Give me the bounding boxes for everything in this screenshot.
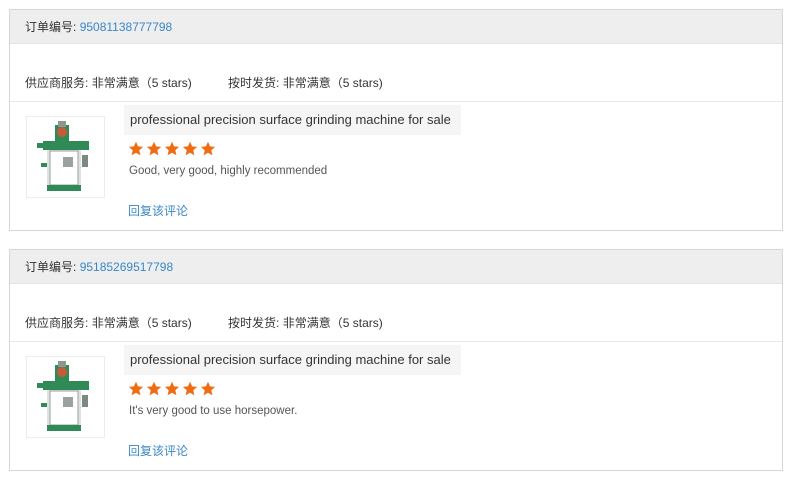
supplier-service-value: 非常满意（5 stars): [91, 316, 192, 330]
star-icon: [182, 141, 198, 156]
supplier-service-label: 供应商服务:: [25, 316, 89, 330]
on-time-shipping-rating: 按时发货: 非常满意（5 stars): [228, 74, 383, 91]
review-text: It's very good to use horsepower.: [129, 405, 298, 417]
grinding-machine-icon: [37, 361, 89, 431]
on-time-shipping-label: 按时发货:: [228, 76, 280, 90]
review-text: Good, very good, highly recommended: [129, 165, 328, 177]
order-header: 订单编号: 95081138777798: [10, 10, 782, 44]
seller-ratings: 供应商服务: 非常满意（5 stars) 按时发货: 非常满意（5 stars): [25, 314, 383, 331]
review-card: 订单编号: 95185269517798 供应商服务: 非常满意（5 stars…: [9, 249, 783, 471]
product-thumbnail[interactable]: [26, 116, 105, 198]
star-icon: [146, 141, 162, 156]
on-time-shipping-value: 非常满意（5 stars): [282, 316, 383, 330]
product-thumbnail[interactable]: [26, 356, 105, 438]
supplier-service-value: 非常满意（5 stars): [91, 76, 192, 90]
divider: [10, 341, 782, 342]
review-card: 订单编号: 95081138777798 供应商服务: 非常满意（5 stars…: [9, 9, 783, 231]
supplier-service-rating: 供应商服务: 非常满意（5 stars): [25, 74, 192, 91]
product-title-link[interactable]: professional precision surface grinding …: [124, 105, 461, 135]
on-time-shipping-value: 非常满意（5 stars): [282, 76, 383, 90]
on-time-shipping-rating: 按时发货: 非常满意（5 stars): [228, 314, 383, 331]
supplier-service-rating: 供应商服务: 非常满意（5 stars): [25, 314, 192, 331]
star-icon: [128, 381, 144, 396]
star-icon: [164, 381, 180, 396]
star-icon: [146, 381, 162, 396]
star-icon: [128, 141, 144, 156]
order-number-label: 订单编号:: [25, 20, 77, 34]
order-number-link[interactable]: 95081138777798: [80, 20, 173, 34]
star-rating: [128, 141, 218, 157]
seller-ratings: 供应商服务: 非常满意（5 stars) 按时发货: 非常满意（5 stars): [25, 74, 383, 91]
reply-link[interactable]: 回复该评论: [128, 442, 188, 459]
star-icon: [182, 381, 198, 396]
order-number-link[interactable]: 95185269517798: [80, 260, 173, 274]
divider: [10, 101, 782, 102]
grinding-machine-icon: [37, 121, 89, 191]
supplier-service-label: 供应商服务:: [25, 76, 89, 90]
order-header: 订单编号: 95185269517798: [10, 250, 782, 284]
star-icon: [164, 141, 180, 156]
star-icon: [200, 381, 216, 396]
star-icon: [200, 141, 216, 156]
star-rating: [128, 381, 218, 397]
reply-link[interactable]: 回复该评论: [128, 202, 188, 219]
on-time-shipping-label: 按时发货:: [228, 316, 280, 330]
product-title-link[interactable]: professional precision surface grinding …: [124, 345, 461, 375]
order-number-label: 订单编号:: [25, 260, 77, 274]
